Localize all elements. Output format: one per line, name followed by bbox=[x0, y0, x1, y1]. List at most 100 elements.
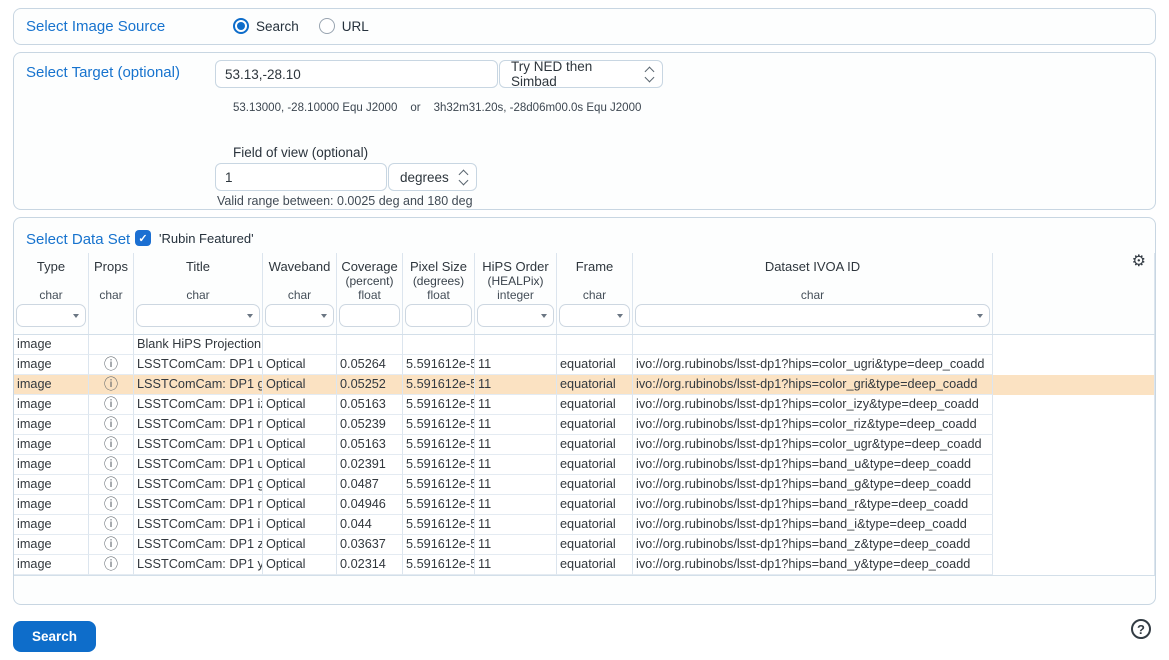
fov-input[interactable] bbox=[215, 163, 387, 191]
column-filter-input[interactable] bbox=[265, 304, 334, 327]
table-row[interactable]: image ⓘ LSSTComCam: DP1 izy Optical 0.05… bbox=[14, 395, 1155, 415]
info-icon[interactable]: ⓘ bbox=[104, 436, 118, 452]
table-row[interactable]: image ⓘ LSSTComCam: DP1 r Optical 0.0494… bbox=[14, 495, 1155, 515]
cell-type: image bbox=[14, 415, 89, 435]
cell-pixel-size: 5.591612e-5 bbox=[403, 515, 475, 535]
column-filter-input[interactable] bbox=[477, 304, 554, 327]
cell-hips-order: 11 bbox=[475, 475, 557, 495]
info-icon[interactable]: ⓘ bbox=[104, 456, 118, 472]
fov-row: degrees bbox=[215, 163, 477, 191]
column-filter-input[interactable] bbox=[339, 304, 400, 327]
column-filter-input[interactable] bbox=[559, 304, 630, 327]
column-header-hips-order[interactable]: HiPS Order (HEALPix) integer bbox=[475, 253, 557, 334]
table-row[interactable]: image ⓘ LSSTComCam: DP1 gri Optical 0.05… bbox=[14, 375, 1155, 395]
cell-frame: equatorial bbox=[557, 475, 633, 495]
fov-valid-range-hint: Valid range between: 0.0025 deg and 180 … bbox=[217, 194, 473, 208]
cell-ivoa-id: ivo://org.rubinobs/lsst-dp1?hips=band_u&… bbox=[633, 455, 993, 475]
table-row[interactable]: image ⓘ LSSTComCam: DP1 ugr Optical 0.05… bbox=[14, 435, 1155, 455]
cell-hips-order: 11 bbox=[475, 515, 557, 535]
column-header-frame[interactable]: Frame char bbox=[557, 253, 633, 334]
column-filter-area bbox=[475, 302, 556, 334]
column-filter-input[interactable] bbox=[16, 304, 86, 327]
table-header-row: Type char Props char Title char Waveband… bbox=[14, 253, 1155, 335]
rubin-featured-checkbox-group[interactable]: ✓ 'Rubin Featured' bbox=[135, 230, 254, 246]
info-icon[interactable]: ⓘ bbox=[104, 516, 118, 532]
resolved-coordinates-text: 53.13000, -28.10000 Equ J2000 or 3h32m31… bbox=[233, 102, 641, 114]
cell-coverage: 0.05252 bbox=[337, 375, 403, 395]
cell-frame: equatorial bbox=[557, 355, 633, 375]
cell-ivoa-id: ivo://org.rubinobs/lsst-dp1?hips=band_y&… bbox=[633, 555, 993, 575]
info-icon[interactable]: ⓘ bbox=[104, 536, 118, 552]
cell-pixel-size: 5.591612e-5 bbox=[403, 435, 475, 455]
checkbox-checked-icon[interactable]: ✓ bbox=[135, 230, 151, 246]
coords-decimal: 53.13000, -28.10000 Equ J2000 bbox=[233, 102, 397, 114]
row-spacer bbox=[993, 515, 1155, 535]
info-icon[interactable]: ⓘ bbox=[104, 496, 118, 512]
column-header-pixel-size[interactable]: Pixel Size (degrees) float bbox=[403, 253, 475, 334]
cell-frame: equatorial bbox=[557, 455, 633, 475]
cell-ivoa-id: ivo://org.rubinobs/lsst-dp1?hips=band_i&… bbox=[633, 515, 993, 535]
column-unit: (HEALPix) bbox=[475, 274, 556, 288]
cell-type: image bbox=[14, 395, 89, 415]
column-datatype: char bbox=[134, 288, 262, 302]
info-icon[interactable]: ⓘ bbox=[104, 376, 118, 392]
cell-props: ⓘ bbox=[89, 455, 134, 475]
resolver-select[interactable]: Try NED then Simbad bbox=[499, 60, 663, 88]
column-header-props[interactable]: Props char bbox=[89, 253, 134, 334]
target-input[interactable] bbox=[215, 60, 498, 88]
column-filter-input[interactable] bbox=[136, 304, 260, 327]
info-icon[interactable]: ⓘ bbox=[104, 556, 118, 572]
caret-down-icon bbox=[977, 314, 983, 318]
column-filter-area bbox=[633, 302, 992, 334]
column-header-title[interactable]: Title char bbox=[134, 253, 263, 334]
cell-pixel-size bbox=[403, 335, 475, 355]
table-row[interactable]: image ⓘ LSSTComCam: DP1 i Optical 0.044 … bbox=[14, 515, 1155, 535]
column-filter-input[interactable] bbox=[635, 304, 990, 327]
cell-type: image bbox=[14, 335, 89, 355]
radio-search[interactable]: Search bbox=[233, 18, 299, 34]
cell-waveband: Optical bbox=[263, 415, 337, 435]
cell-title: LSSTComCam: DP1 i bbox=[134, 515, 263, 535]
fov-unit-select[interactable]: degrees bbox=[388, 163, 477, 191]
cell-hips-order: 11 bbox=[475, 395, 557, 415]
table-body: image Blank HiPS Projection image ⓘ LSST… bbox=[14, 335, 1155, 576]
column-name: Title bbox=[134, 259, 262, 274]
cell-props: ⓘ bbox=[89, 495, 134, 515]
table-row[interactable]: image ⓘ LSSTComCam: DP1 ugri Optical 0.0… bbox=[14, 355, 1155, 375]
cell-pixel-size: 5.591612e-5 bbox=[403, 475, 475, 495]
table-row[interactable]: image ⓘ LSSTComCam: DP1 y Optical 0.0231… bbox=[14, 555, 1155, 575]
cell-frame: equatorial bbox=[557, 435, 633, 455]
cell-waveband: Optical bbox=[263, 515, 337, 535]
table-settings-gear-icon[interactable]: ⚙ bbox=[1132, 253, 1146, 271]
help-icon[interactable]: ? bbox=[1131, 619, 1151, 639]
radio-url[interactable]: URL bbox=[319, 18, 369, 34]
column-header-type[interactable]: Type char bbox=[14, 253, 89, 334]
cell-coverage bbox=[337, 335, 403, 355]
column-header-dataset-ivoa-id[interactable]: Dataset IVOA ID char bbox=[633, 253, 993, 334]
column-filter-input[interactable] bbox=[405, 304, 472, 327]
column-datatype: integer bbox=[475, 288, 556, 302]
info-icon[interactable]: ⓘ bbox=[104, 356, 118, 372]
cell-coverage: 0.0487 bbox=[337, 475, 403, 495]
info-icon[interactable]: ⓘ bbox=[104, 416, 118, 432]
info-icon[interactable]: ⓘ bbox=[104, 396, 118, 412]
info-icon[interactable]: ⓘ bbox=[104, 476, 118, 492]
table-row[interactable]: image ⓘ LSSTComCam: DP1 g Optical 0.0487… bbox=[14, 475, 1155, 495]
table-row[interactable]: image ⓘ LSSTComCam: DP1 riz Optical 0.05… bbox=[14, 415, 1155, 435]
target-label: Select Target (optional) bbox=[26, 64, 180, 81]
cell-type: image bbox=[14, 535, 89, 555]
row-spacer bbox=[993, 375, 1155, 395]
column-header-coverage[interactable]: Coverage (percent) float bbox=[337, 253, 403, 334]
column-header-waveband[interactable]: Waveband char bbox=[263, 253, 337, 334]
table-row[interactable]: image ⓘ LSSTComCam: DP1 z Optical 0.0363… bbox=[14, 535, 1155, 555]
table-row[interactable]: image Blank HiPS Projection bbox=[14, 335, 1155, 355]
table-row[interactable]: image ⓘ LSSTComCam: DP1 u Optical 0.0239… bbox=[14, 455, 1155, 475]
cell-ivoa-id: ivo://org.rubinobs/lsst-dp1?hips=color_u… bbox=[633, 435, 993, 455]
column-unit bbox=[557, 274, 632, 288]
search-button[interactable]: Search bbox=[13, 621, 96, 652]
cell-title: LSSTComCam: DP1 ugr bbox=[134, 435, 263, 455]
cell-ivoa-id: ivo://org.rubinobs/lsst-dp1?hips=band_r&… bbox=[633, 495, 993, 515]
column-unit bbox=[14, 274, 88, 288]
cell-title: LSSTComCam: DP1 gri bbox=[134, 375, 263, 395]
column-filter-area bbox=[89, 302, 133, 334]
